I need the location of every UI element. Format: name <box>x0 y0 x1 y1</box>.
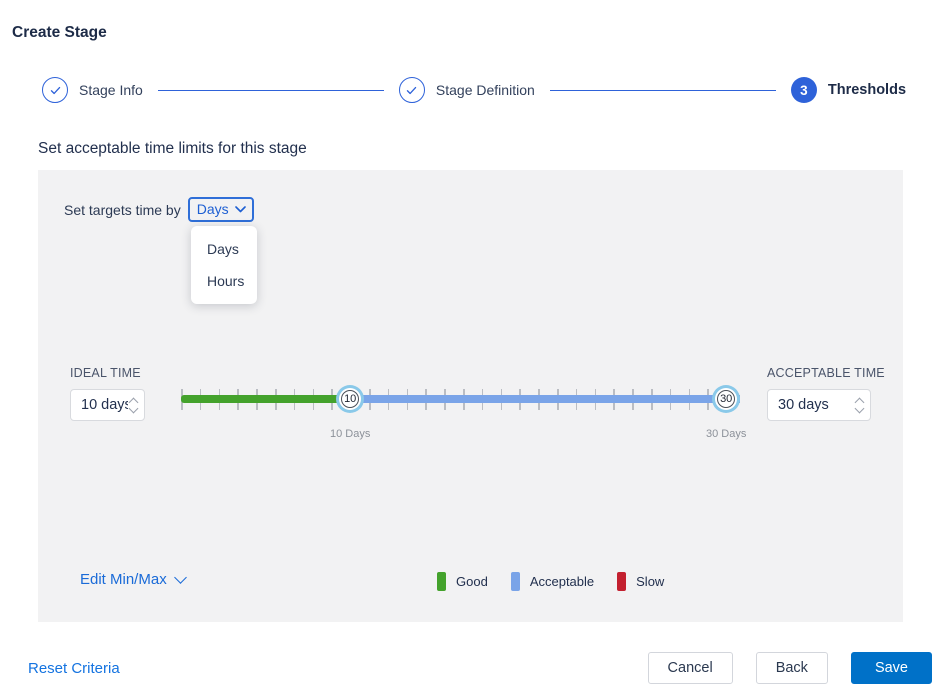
chevron-down-icon <box>234 205 246 212</box>
acceptable-time-input-box <box>767 389 871 421</box>
time-unit-popup: Days Hours <box>191 226 257 304</box>
section-heading: Set acceptable time limits for this stag… <box>38 140 307 157</box>
acceptable-time-label: ACCEPTABLE TIME <box>767 366 885 380</box>
legend-label: Good <box>456 574 488 589</box>
legend-swatch <box>617 572 627 591</box>
ideal-time-input[interactable] <box>71 390 128 420</box>
back-button[interactable]: Back <box>755 652 828 684</box>
step-label: Stage Info <box>79 82 143 98</box>
acceptable-time-spinner <box>854 397 865 413</box>
acceptable-slider-handle[interactable]: 30 <box>717 390 736 408</box>
step-complete-icon <box>42 77 68 103</box>
threshold-legend: Good Acceptable Slow <box>437 572 664 591</box>
step-complete-icon <box>398 77 425 103</box>
threshold-slider: 10 30 10 Days 30 Days <box>181 383 747 447</box>
step-thresholds[interactable]: 3 Thresholds <box>790 77 907 103</box>
targets-row: Set targets time by Days <box>64 197 254 222</box>
targets-label: Set targets time by <box>64 201 181 218</box>
stepper-connector <box>157 89 384 91</box>
slider-acceptable-segment <box>350 395 741 403</box>
time-unit-option-days[interactable]: Days <box>191 233 257 265</box>
ideal-handle-caption: 10 Days <box>330 428 371 440</box>
step-stage-definition[interactable]: Stage Definition <box>398 77 535 103</box>
edit-minmax-link[interactable]: Edit Min/Max <box>80 571 187 588</box>
stepper-connector <box>549 89 776 91</box>
thresholds-panel: Set targets time by Days Days Hours IDEAL… <box>38 170 903 622</box>
ideal-time-label: IDEAL TIME <box>70 366 141 380</box>
save-button[interactable]: Save <box>850 652 932 684</box>
time-unit-dropdown[interactable]: Days <box>187 197 254 222</box>
legend-swatch <box>437 572 446 591</box>
step-stage-info[interactable]: Stage Info <box>42 77 143 103</box>
legend-label: Slow <box>636 574 665 589</box>
slider-good-segment <box>181 395 351 403</box>
ideal-slider-handle[interactable]: 10 <box>341 390 360 408</box>
legend-item-good: Good <box>437 572 488 591</box>
step-label: Stage Definition <box>435 82 535 98</box>
step-number-badge: 3 <box>790 77 817 103</box>
legend-item-acceptable: Acceptable <box>510 572 595 591</box>
legend-swatch <box>510 572 520 591</box>
edit-minmax-label: Edit Min/Max <box>80 571 167 588</box>
footer-buttons: Cancel Back Save <box>647 652 932 684</box>
chevron-down-icon <box>173 571 187 584</box>
cancel-button[interactable]: Cancel <box>647 652 733 684</box>
reset-criteria-link[interactable]: Reset Criteria <box>28 660 120 677</box>
ideal-time-spinner <box>128 397 139 413</box>
time-unit-option-hours[interactable]: Hours <box>191 265 257 297</box>
acceptable-time-input[interactable] <box>768 390 854 420</box>
acceptable-handle-caption: 30 Days <box>706 428 747 440</box>
legend-label: Acceptable <box>529 574 595 589</box>
time-unit-selected: Days <box>196 201 229 217</box>
stepper: Stage Info Stage Definition 3 Thresholds <box>42 76 906 104</box>
page-title: Create Stage <box>12 24 107 41</box>
legend-item-slow: Slow <box>617 572 664 591</box>
step-label: Thresholds <box>827 82 907 98</box>
ideal-time-input-box <box>70 389 145 421</box>
